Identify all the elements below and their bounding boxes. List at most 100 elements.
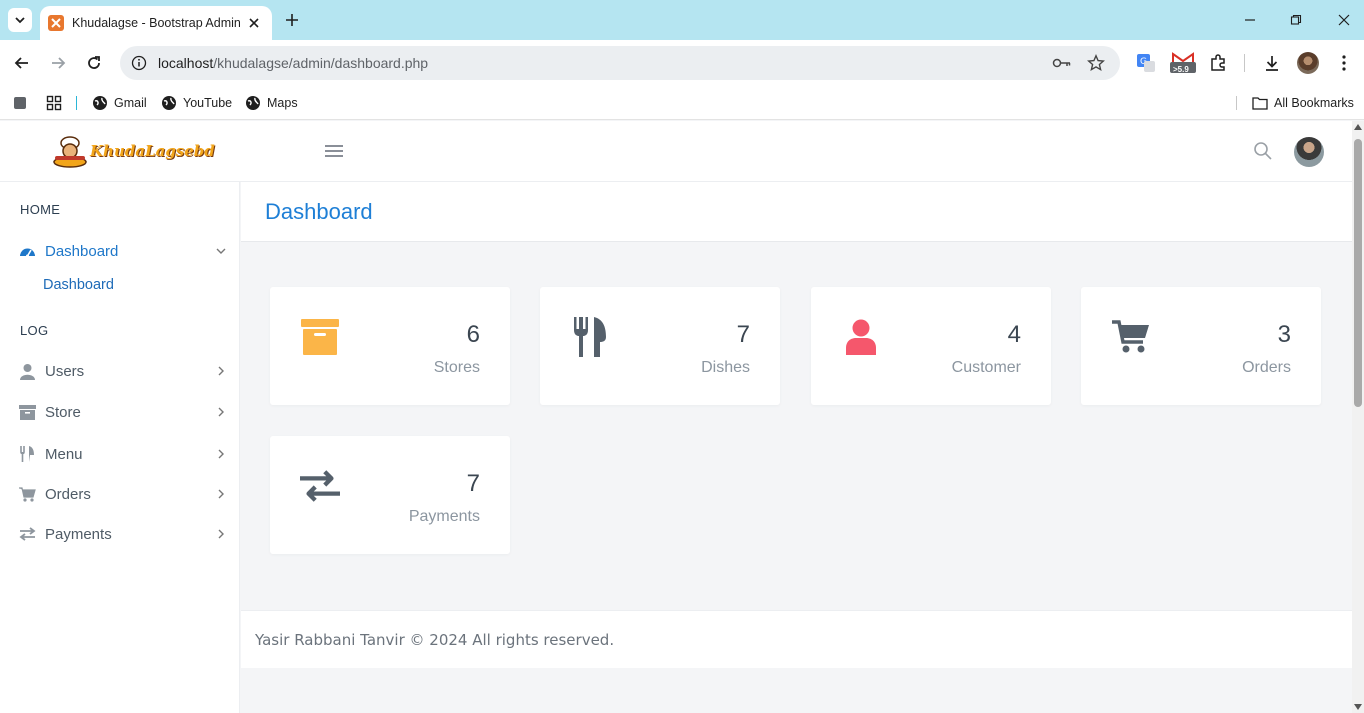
- stat-card-stores[interactable]: 6 Stores: [270, 287, 510, 405]
- browser-tab-active[interactable]: Khudalagse - Bootstrap Admin: [40, 6, 272, 40]
- page-scrollbar[interactable]: [1352, 121, 1364, 713]
- menu-toggle-icon[interactable]: [325, 142, 343, 160]
- close-window-icon[interactable]: [1334, 10, 1354, 30]
- back-arrow-icon[interactable]: [10, 51, 34, 75]
- sidebar-section-home: HOME: [20, 202, 61, 217]
- chevron-down-icon: [15, 17, 25, 24]
- bookmark-label: Maps: [267, 96, 298, 110]
- sidebar-item-orders[interactable]: Orders: [0, 476, 240, 512]
- utensils-icon: [18, 445, 36, 463]
- stat-value: 4: [1007, 321, 1021, 348]
- bookmark-gmail[interactable]: Gmail: [92, 92, 147, 114]
- sidebar-item-menu[interactable]: Menu: [0, 436, 240, 472]
- toolbar-divider: [1244, 54, 1245, 72]
- sidebar-item-label: Store: [45, 403, 81, 421]
- globe-icon: [162, 96, 176, 110]
- stat-value: 6: [466, 321, 480, 348]
- archive-icon: [300, 317, 340, 357]
- sidebar-item-store[interactable]: Store: [0, 394, 240, 430]
- apps-square-icon[interactable]: [12, 92, 34, 114]
- sidebar-item-dashboard[interactable]: Dashboard: [0, 233, 240, 269]
- address-bar[interactable]: localhost/khudalagse/admin/dashboard.php: [120, 46, 1120, 80]
- gmail-extension-icon[interactable]: >5.9: [1168, 51, 1198, 75]
- sidebar-item-label: Users: [45, 362, 85, 380]
- extension-badge: >5.9: [1173, 65, 1189, 74]
- search-icon[interactable]: [1253, 141, 1273, 161]
- bookmark-star-icon[interactable]: [1086, 53, 1106, 73]
- globe-icon: [93, 96, 107, 110]
- forward-arrow-icon[interactable]: [46, 51, 70, 75]
- restore-icon[interactable]: [1286, 10, 1306, 30]
- site-info-icon[interactable]: [122, 46, 156, 80]
- new-tab-icon[interactable]: [282, 10, 302, 30]
- bookmarks-divider: [1236, 96, 1237, 110]
- stat-value: 3: [1277, 321, 1291, 348]
- exchange-icon: [18, 525, 36, 543]
- stat-card-payments[interactable]: 7 Payments: [270, 436, 510, 554]
- apps-grid-icon[interactable]: [46, 92, 68, 114]
- bookmark-label: Gmail: [114, 96, 147, 110]
- extensions-puzzle-icon[interactable]: [1206, 51, 1230, 75]
- user-avatar[interactable]: [1294, 137, 1324, 167]
- stat-card-orders[interactable]: 3 Orders: [1081, 287, 1321, 405]
- stat-card-dishes[interactable]: 7 Dishes: [540, 287, 780, 405]
- folder-icon: [1252, 97, 1268, 110]
- bookmark-youtube[interactable]: YouTube: [161, 92, 232, 114]
- sidebar-item-label: Payments: [45, 525, 112, 543]
- download-icon[interactable]: [1260, 51, 1284, 75]
- chevron-down-icon: [216, 248, 226, 254]
- password-key-icon[interactable]: [1052, 53, 1072, 73]
- google-translate-icon[interactable]: G: [1134, 51, 1158, 75]
- chef-mascot-icon: [53, 136, 87, 168]
- sidebar-item-label: Dashboard: [45, 242, 119, 260]
- all-bookmarks-button[interactable]: All Bookmarks: [1252, 92, 1354, 114]
- chevron-right-icon: [218, 366, 224, 376]
- archive-icon: [18, 403, 36, 421]
- utensils-icon: [570, 317, 610, 357]
- profile-avatar[interactable]: [1296, 51, 1320, 75]
- browser-tab-strip: Khudalagse - Bootstrap Admin: [0, 0, 1364, 40]
- sidebar-section-log: LOG: [20, 323, 49, 338]
- dashboard-gauge-icon: [18, 242, 36, 260]
- sidebar-item-users[interactable]: Users: [0, 353, 240, 389]
- reload-icon[interactable]: [82, 51, 106, 75]
- more-menu-icon[interactable]: [1332, 51, 1356, 75]
- bookmark-label: YouTube: [183, 96, 233, 110]
- browser-toolbar: localhost/khudalagse/admin/dashboard.php…: [0, 40, 1364, 86]
- scroll-up-arrow-icon[interactable]: [1354, 124, 1362, 130]
- sidebar-item-payments[interactable]: Payments: [0, 516, 240, 552]
- sidebar-item-label: Orders: [45, 485, 91, 503]
- url-text: localhost/khudalagse/admin/dashboard.php: [158, 55, 429, 71]
- chevron-right-icon: [218, 489, 224, 499]
- logo[interactable]: KhudaLagsebd: [52, 133, 215, 169]
- cart-icon: [1111, 317, 1151, 357]
- chevron-right-icon: [218, 449, 224, 459]
- bookmark-maps[interactable]: Maps: [245, 92, 298, 114]
- scroll-down-arrow-icon[interactable]: [1354, 704, 1362, 710]
- footer-copyright: Yasir Rabbani Tanvir © 2024 All rights r…: [255, 631, 615, 649]
- stat-card-customer[interactable]: 4 Customer: [811, 287, 1051, 405]
- sidebar: HOME Dashboard Dashboard LOG Users Store…: [0, 182, 240, 713]
- scrollbar-thumb[interactable]: [1354, 139, 1362, 407]
- user-icon: [18, 362, 36, 380]
- stat-label: Stores: [433, 359, 480, 376]
- chevron-right-icon: [218, 529, 224, 539]
- minimize-icon[interactable]: [1240, 10, 1260, 30]
- xampp-favicon-icon: [48, 15, 64, 31]
- globe-icon: [246, 96, 260, 110]
- stat-label: Customer: [951, 359, 1021, 376]
- bookmarks-bar: Gmail YouTube Maps All Bookmarks: [0, 86, 1364, 120]
- exchange-icon: [300, 466, 340, 506]
- stat-value: 7: [466, 470, 480, 497]
- user-icon: [841, 317, 881, 357]
- stat-label: Dishes: [701, 359, 750, 376]
- cart-icon: [18, 485, 36, 503]
- close-tab-icon[interactable]: [246, 15, 262, 31]
- stat-value: 7: [736, 321, 750, 348]
- tab-search-button[interactable]: [8, 8, 32, 32]
- sidebar-subitem-dashboard[interactable]: Dashboard: [43, 277, 114, 293]
- stat-label: Orders: [1242, 359, 1291, 376]
- logo-text: KhudaLagsebd: [90, 142, 215, 160]
- app-header: KhudaLagsebd: [0, 121, 1352, 182]
- chevron-right-icon: [218, 407, 224, 417]
